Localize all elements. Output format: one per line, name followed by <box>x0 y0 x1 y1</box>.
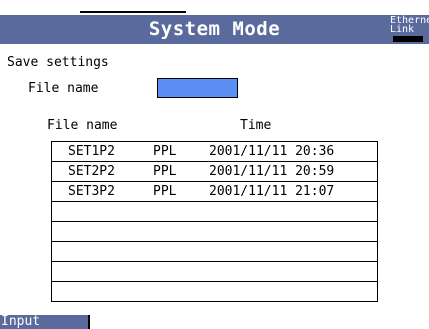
file-entry-time: 2001/11/11 20:59 <box>209 164 335 179</box>
column-header-file-name: File name <box>47 118 118 133</box>
file-list-cell[interactable] <box>51 201 378 222</box>
file-list-row[interactable]: SET2P2 PPL 2001/11/11 20:59 <box>51 161 378 182</box>
file-list-cell-content <box>53 223 377 241</box>
file-list-row[interactable]: SET3P2 PPL 2001/11/11 21:07 <box>51 181 378 202</box>
file-list-row[interactable] <box>51 241 378 262</box>
file-list-cell-content: SET3P2 PPL 2001/11/11 21:07 <box>53 183 377 201</box>
file-name-label: File name <box>28 81 99 96</box>
file-list-cell-content <box>53 283 377 301</box>
file-list-cell-content: SET2P2 PPL 2001/11/11 20:59 <box>53 163 377 181</box>
file-list-cell-content <box>53 203 377 221</box>
file-list-row[interactable]: SET1P2 PPL 2001/11/11 20:36 <box>51 141 378 162</box>
file-entry-type: PPL <box>153 144 177 159</box>
file-list-cell[interactable]: SET3P2 PPL 2001/11/11 21:07 <box>51 181 378 202</box>
link-label: Link <box>390 24 415 35</box>
file-list-cell[interactable] <box>51 241 378 262</box>
top-divider <box>80 11 186 13</box>
file-list-cell-content <box>53 243 377 261</box>
file-list-cell[interactable]: SET2P2 PPL 2001/11/11 20:59 <box>51 161 378 182</box>
file-entry-name: SET1P2 <box>68 144 115 159</box>
file-list-cell[interactable] <box>51 281 378 302</box>
file-list-table: SET1P2 PPL 2001/11/11 20:36 SET2P2 PPL 2001/1… <box>51 141 378 302</box>
file-entry-name: SET3P2 <box>68 184 115 199</box>
file-entry-name: SET2P2 <box>68 164 115 179</box>
file-entry-time: 2001/11/11 20:36 <box>209 144 335 159</box>
input-softkey-button[interactable]: Input <box>0 315 88 329</box>
file-list-cell-content <box>53 263 377 281</box>
file-list-cell[interactable] <box>51 261 378 282</box>
file-list-row[interactable] <box>51 221 378 242</box>
top-strip <box>0 0 429 15</box>
file-list-cell[interactable]: SET1P2 PPL 2001/11/11 20:36 <box>51 141 378 162</box>
link-status-icon <box>393 36 423 42</box>
softkey-edge <box>88 315 90 329</box>
file-list-row[interactable] <box>51 261 378 282</box>
file-list-row[interactable] <box>51 201 378 222</box>
ethernet-link-indicator: Ethernet Link <box>390 14 429 42</box>
file-list-row[interactable] <box>51 281 378 302</box>
file-name-input[interactable] <box>157 78 238 98</box>
file-entry-time: 2001/11/11 21:07 <box>209 184 335 199</box>
system-mode-screen: System Mode Ethernet Link Save settings … <box>0 0 429 329</box>
page-title: System Mode <box>148 18 281 40</box>
file-entry-type: PPL <box>153 184 177 199</box>
column-header-time: Time <box>240 118 272 133</box>
file-list-cell-content: SET1P2 PPL 2001/11/11 20:36 <box>53 143 377 161</box>
file-list-cell[interactable] <box>51 221 378 242</box>
save-settings-heading: Save settings <box>7 55 109 70</box>
file-entry-type: PPL <box>153 164 177 179</box>
